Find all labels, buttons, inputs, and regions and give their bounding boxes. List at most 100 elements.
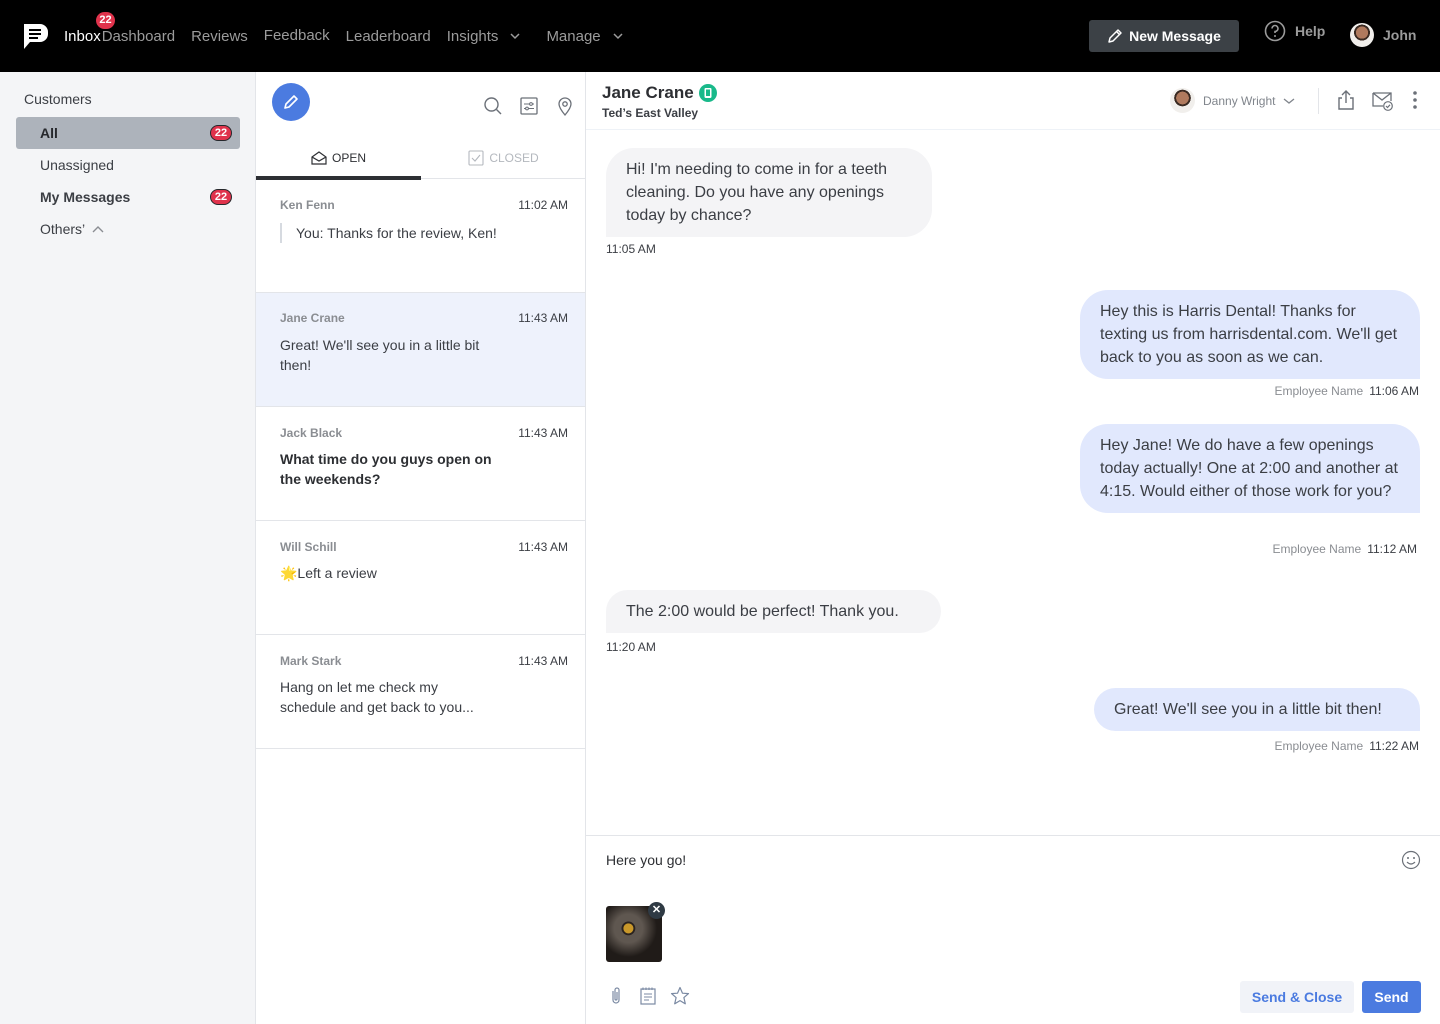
send-and-close-button[interactable]: Send & Close xyxy=(1240,981,1354,1013)
tab-closed-label: CLOSED xyxy=(489,150,539,165)
conversation-item[interactable]: Will Schill 11:43 AM 🌟Left a review xyxy=(256,521,585,635)
location-pin-icon[interactable] xyxy=(555,96,575,116)
more-options-icon[interactable] xyxy=(1404,89,1426,111)
open-envelope-icon xyxy=(311,150,327,165)
tab-closed[interactable]: CLOSED xyxy=(421,136,586,179)
conversation-time: 11:43 AM xyxy=(518,540,568,554)
share-icon[interactable] xyxy=(1335,89,1357,111)
message-sender: Employee Name xyxy=(1274,384,1364,398)
conversation-item[interactable]: Mark Stark 11:43 AM Hang on let me check… xyxy=(256,635,585,749)
paperclip-icon[interactable] xyxy=(606,986,626,1006)
conversation-time: 11:43 AM xyxy=(518,311,568,325)
message-input[interactable]: Here you go! xyxy=(606,852,686,868)
message-composer: Here you go! ✕ Send & Close Send xyxy=(586,835,1440,1024)
nav-insights-label: Insights xyxy=(446,27,499,45)
help-icon xyxy=(1264,20,1286,42)
new-message-button[interactable]: New Message xyxy=(1089,20,1239,52)
sidebar-item-unassigned[interactable]: Unassigned xyxy=(16,149,240,181)
conversation-preview: What time do you guys open on the weeken… xyxy=(280,451,492,487)
template-notepad-icon[interactable] xyxy=(638,986,658,1006)
help-link[interactable]: Help xyxy=(1264,20,1325,42)
message-bubble-outgoing: Hey Jane! We do have a few openings toda… xyxy=(1080,424,1420,513)
message-time: 11:22 AM xyxy=(1369,739,1419,753)
top-nav: Inbox 22 Dashboard Reviews Feedback Lead… xyxy=(0,0,1440,72)
header-divider xyxy=(1318,88,1319,114)
sidebar-item-others[interactable]: Others’ xyxy=(16,213,240,245)
sidebar-item-label: My Messages xyxy=(40,189,131,205)
search-icon[interactable] xyxy=(483,96,503,116)
message-bubble-outgoing: Great! We'll see you in a little bit the… xyxy=(1094,688,1420,731)
chevron-up-icon xyxy=(92,226,104,233)
conversation-preview: Hang on let me check my schedule and get… xyxy=(280,679,474,715)
sidebar-item-label: Others’ xyxy=(40,221,86,237)
conversation-name: Mark Stark xyxy=(280,654,342,668)
sidebar-item-label: All xyxy=(40,125,58,141)
message-time: 11:20 AM xyxy=(606,640,656,654)
new-message-label: New Message xyxy=(1129,28,1221,44)
sidebar-heading: Customers xyxy=(24,91,92,107)
star-icon[interactable] xyxy=(670,986,690,1006)
checkbox-icon xyxy=(468,149,484,166)
sidebar-item-label: Unassigned xyxy=(40,157,114,173)
conversation-preview: Great! We'll see you in a little bit the… xyxy=(280,337,480,373)
nav-reviews[interactable]: Reviews xyxy=(191,28,248,45)
sidebar-item-all[interactable]: All 22 xyxy=(16,117,240,149)
message-bubble-outgoing: Hey this is Harris Dental! Thanks for te… xyxy=(1080,290,1420,379)
pencil-icon xyxy=(284,95,298,109)
assignee-name: Danny Wright xyxy=(1203,93,1276,108)
message-time: 11:05 AM xyxy=(606,242,656,256)
nav-feedback[interactable]: Feedback xyxy=(264,27,330,44)
sidebar-item-my-messages[interactable]: My Messages 22 xyxy=(16,181,240,213)
nav-insights[interactable]: Insights xyxy=(447,28,521,45)
assignee-dropdown[interactable]: Danny Wright xyxy=(1170,88,1295,113)
message-bubble-incoming: The 2:00 would be perfect! Thank you. xyxy=(606,590,941,633)
nav-leaderboard[interactable]: Leaderboard xyxy=(346,28,431,45)
mobile-device-icon xyxy=(698,84,717,102)
app-logo-icon[interactable] xyxy=(22,22,50,50)
assignee-avatar xyxy=(1170,88,1195,113)
nav-dashboard[interactable]: Dashboard xyxy=(102,28,175,45)
user-avatar xyxy=(1350,23,1374,47)
conversation-preview: 🌟Left a review xyxy=(280,565,377,581)
contact-name-text: Jane Crane xyxy=(602,83,694,102)
chat-header: Jane Crane Ted’s East Valley Danny Wrigh… xyxy=(586,72,1440,130)
filter-icon[interactable] xyxy=(519,96,539,116)
tab-open-label: OPEN xyxy=(331,150,366,165)
count-badge: 22 xyxy=(210,125,232,141)
message-time: 11:06 AM xyxy=(1369,384,1419,398)
conversation-name: Ken Fenn xyxy=(280,198,335,212)
conversation-time: 11:43 AM xyxy=(518,654,568,668)
conversation-preview: You: Thanks for the review, Ken! xyxy=(280,223,500,243)
inbox-badge: 22 xyxy=(96,11,115,29)
contact-location: Ted’s East Valley xyxy=(602,106,699,120)
conversation-list-panel: OPEN CLOSED Ken Fenn 11:02 AM You: Thank… xyxy=(256,72,586,1024)
count-badge: 22 xyxy=(210,189,232,205)
nav-inbox-label: Inbox xyxy=(64,27,101,45)
nav-leaderboard-label: Leaderboard xyxy=(345,27,431,45)
conversation-time: 11:43 AM xyxy=(518,426,568,440)
chevron-down-icon xyxy=(1284,97,1295,104)
message-sender: Employee Name xyxy=(1272,542,1362,556)
nav-reviews-label: Reviews xyxy=(191,27,248,45)
chevron-down-icon xyxy=(613,33,623,40)
nav-manage[interactable]: Manage xyxy=(546,28,623,45)
conversation-item[interactable]: Jack Black 11:43 AM What time do you guy… xyxy=(256,407,585,521)
mark-read-mail-icon[interactable] xyxy=(1371,89,1393,111)
nav-inbox[interactable]: Inbox 22 xyxy=(64,11,115,45)
conversation-item[interactable]: Ken Fenn 11:02 AM You: Thanks for the re… xyxy=(256,179,585,293)
message-meta: Employee Name 11:06 AM xyxy=(1274,384,1419,398)
conversation-name: Jane Crane xyxy=(280,311,345,325)
remove-attachment-button[interactable]: ✕ xyxy=(648,902,665,919)
message-meta: Employee Name 11:22 AM xyxy=(1274,739,1419,753)
conversation-item[interactable]: Jane Crane 11:43 AM Great! We'll see you… xyxy=(256,293,585,407)
tab-open[interactable]: OPEN xyxy=(256,136,421,180)
message-time: 11:12 AM xyxy=(1367,542,1417,556)
user-name: John xyxy=(1383,27,1417,43)
conversation-name: Will Schill xyxy=(280,540,337,554)
emoji-icon[interactable] xyxy=(1401,850,1421,870)
compose-button[interactable] xyxy=(272,83,310,121)
conversation-name: Jack Black xyxy=(280,426,343,440)
user-menu[interactable]: John xyxy=(1350,23,1416,47)
send-button[interactable]: Send xyxy=(1362,981,1421,1013)
message-sender: Employee Name xyxy=(1274,739,1364,753)
